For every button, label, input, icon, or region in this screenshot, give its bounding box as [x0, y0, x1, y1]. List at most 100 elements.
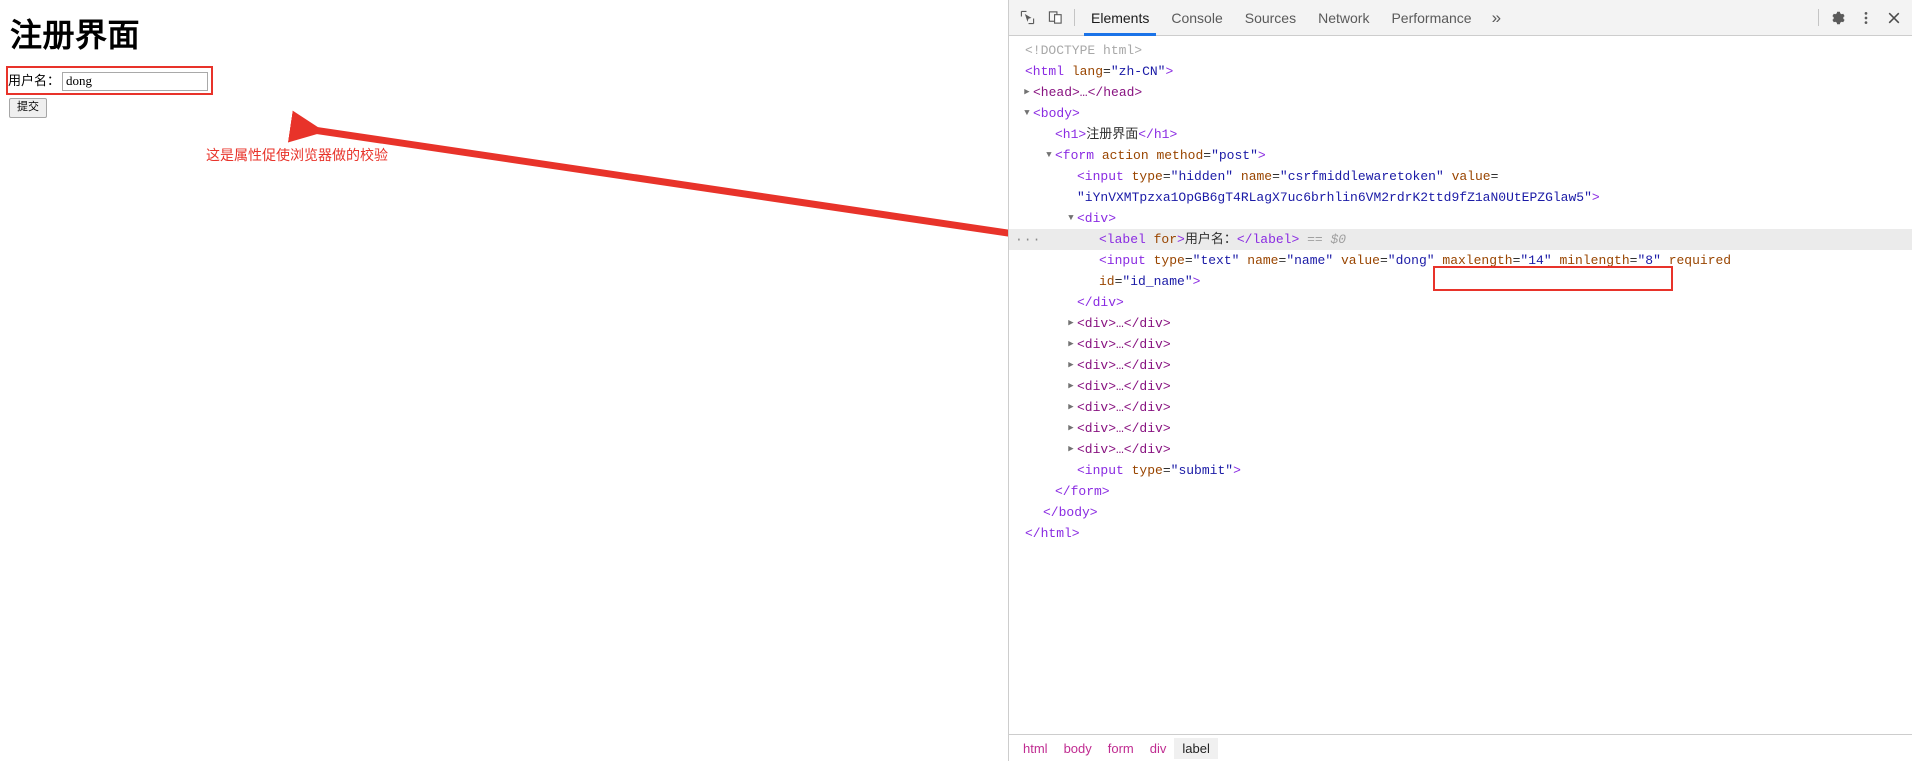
submit-input-type-attr: type	[1131, 463, 1163, 478]
page-title: 注册界面	[10, 17, 141, 53]
devtools-toolbar-right	[1813, 4, 1908, 32]
html-close-tag: </html>	[1025, 526, 1080, 541]
tab-sources[interactable]: Sources	[1234, 0, 1307, 36]
div-collapse-triangle[interactable]: ▼	[1065, 208, 1077, 229]
collapsed-div-text: <div>…</div>	[1077, 316, 1171, 331]
more-tabs-icon[interactable]: »	[1483, 0, 1510, 36]
rendered-page-pane: 注册界面 用户名： 提交 这是属性促使浏览器做的校验	[0, 0, 1008, 761]
head-expand-triangle[interactable]: ▶	[1021, 82, 1033, 103]
body-collapse-triangle[interactable]: ▼	[1021, 103, 1033, 124]
html-lang-attr: lang	[1071, 64, 1104, 79]
cursor-arrow-icon	[1020, 10, 1034, 25]
dom-node-form-close[interactable]: </form>	[1009, 481, 1912, 502]
dom-node-csrf-value-wrap[interactable]: "iYnVXMTpzxa1OpGB6gT4RLagX7uc6brhlin6VM2…	[1009, 187, 1912, 208]
form-method-attr: method	[1156, 148, 1204, 163]
devtools-panel: Elements Console Sources Network Perform…	[1008, 0, 1912, 761]
csrf-name-attr: name	[1240, 169, 1273, 184]
dom-node-submit-input[interactable]: <input type="submit">	[1009, 460, 1912, 481]
text-input-open-tag: <input	[1099, 253, 1146, 268]
close-x-glyph	[1888, 12, 1900, 23]
head-collapsed-text: <head>…</head>	[1033, 85, 1143, 100]
breadcrumb-item-label[interactable]: label	[1174, 737, 1218, 759]
collapsed-div-text: <div>…</div>	[1077, 421, 1171, 436]
selected-node-marker: == $0	[1307, 232, 1347, 247]
tab-performance[interactable]: Performance	[1380, 0, 1482, 36]
collapsed-div-expand-triangle[interactable]: ▶	[1065, 439, 1077, 460]
dom-node-csrf-input[interactable]: <input type="hidden" name="csrfmiddlewar…	[1009, 166, 1912, 187]
dom-node-text-input[interactable]: <input type="text" name="name" value="do…	[1009, 250, 1912, 271]
breadcrumb-item-div[interactable]: div	[1142, 738, 1175, 759]
collapsed-div-expand-triangle[interactable]: ▶	[1065, 355, 1077, 376]
node-more-badge[interactable]: ···	[1015, 229, 1041, 250]
dom-node-h1[interactable]: <h1>注册界面</h1>	[1009, 124, 1912, 145]
collapsed-div-text: <div>…</div>	[1077, 442, 1171, 457]
dom-node-head[interactable]: ▶ <head>…</head>	[1009, 82, 1912, 103]
dom-node-div-close[interactable]: </div>	[1009, 292, 1912, 313]
label-inner-text: 用户名：	[1184, 232, 1237, 247]
csrf-name-value: "csrfmiddlewaretoken"	[1279, 169, 1444, 184]
collapsed-div-text: <div>…</div>	[1077, 358, 1171, 373]
text-input-maxlength-attr: maxlength	[1442, 253, 1513, 268]
collapsed-div-expand-triangle[interactable]: ▶	[1065, 418, 1077, 439]
tab-console[interactable]: Console	[1160, 0, 1233, 36]
device-toolbar-icon[interactable]	[1041, 4, 1069, 32]
collapsed-div-expand-triangle[interactable]: ▶	[1065, 376, 1077, 397]
gear-icon[interactable]	[1824, 4, 1852, 32]
dom-node-div-open[interactable]: ▼ <div>	[1009, 208, 1912, 229]
collapsed-div-expand-triangle[interactable]: ▶	[1065, 397, 1077, 418]
csrf-open-tag: <input	[1077, 169, 1124, 184]
breadcrumb-item-html[interactable]: html	[1015, 738, 1056, 759]
form-method-value: "post"	[1211, 148, 1258, 163]
dom-node-form[interactable]: ▼ <form action method="post">	[1009, 145, 1912, 166]
tab-elements[interactable]: Elements	[1080, 0, 1160, 36]
inspect-element-icon[interactable]	[1013, 4, 1041, 32]
tab-network[interactable]: Network	[1307, 0, 1380, 36]
text-input-type-attr: type	[1153, 253, 1185, 268]
form-close-tag: </form>	[1055, 484, 1110, 499]
breadcrumb-item-body[interactable]: body	[1056, 738, 1100, 759]
dom-node-collapsed-div[interactable]: ▶ <div>…</div>	[1009, 439, 1912, 460]
annotation-label: 这是属性促使浏览器做的校验	[206, 147, 388, 163]
dom-node-html-close[interactable]: </html>	[1009, 523, 1912, 544]
dom-node-collapsed-div[interactable]: ▶ <div>…</div>	[1009, 418, 1912, 439]
text-input-minlength-value: "8"	[1637, 253, 1661, 268]
collapsed-div-expand-triangle[interactable]: ▶	[1065, 334, 1077, 355]
submit-input-type-value: "submit"	[1170, 463, 1234, 478]
username-label: 用户名：	[8, 73, 61, 88]
div-close-tag: </div>	[1077, 295, 1124, 310]
dom-node-doctype[interactable]: <!DOCTYPE html>	[1009, 40, 1912, 61]
submit-button[interactable]: 提交	[9, 98, 47, 118]
collapsed-div-text: <div>…</div>	[1077, 337, 1171, 352]
dom-node-body[interactable]: ▼ <body>	[1009, 103, 1912, 124]
dom-node-body-close[interactable]: </body>	[1009, 502, 1912, 523]
username-form-row: 用户名：	[8, 68, 213, 94]
collapsed-div-text: <div>…</div>	[1077, 379, 1171, 394]
text-input-name-value: "name"	[1286, 253, 1334, 268]
dom-node-text-input-idwrap[interactable]: id="id_name">	[1009, 271, 1912, 292]
html-lang-value: "zh-CN"	[1110, 64, 1166, 79]
close-icon[interactable]	[1880, 4, 1908, 32]
dom-node-collapsed-div[interactable]: ▶ <div>…</div>	[1009, 355, 1912, 376]
doctype-text: <!DOCTYPE html>	[1025, 43, 1143, 58]
h1-open-tag: <h1>	[1055, 127, 1087, 142]
breadcrumb-item-form[interactable]: form	[1100, 738, 1142, 759]
dom-node-label-selected[interactable]: ··· <label for>用户名：</label> == $0	[1009, 229, 1912, 250]
h1-text: 注册界面	[1086, 127, 1139, 142]
dom-node-collapsed-div[interactable]: ▶ <div>…</div>	[1009, 313, 1912, 334]
collapsed-div-text: <div>…</div>	[1077, 400, 1171, 415]
dom-node-html[interactable]: <html lang="zh-CN">	[1009, 61, 1912, 82]
dom-node-collapsed-div[interactable]: ▶ <div>…</div>	[1009, 376, 1912, 397]
text-input-close-bracket: >	[1192, 274, 1201, 289]
text-input-id-value: "id_name"	[1122, 274, 1193, 289]
label-close-tag: </label>	[1236, 232, 1300, 247]
form-collapse-triangle[interactable]: ▼	[1043, 145, 1055, 166]
dom-node-collapsed-div[interactable]: ▶ <div>…</div>	[1009, 334, 1912, 355]
text-input-type-value: "text"	[1192, 253, 1240, 268]
dom-tree[interactable]: <!DOCTYPE html> <html lang="zh-CN"> ▶ <h…	[1009, 36, 1912, 734]
collapsed-div-expand-triangle[interactable]: ▶	[1065, 313, 1077, 334]
csrf-token-value: "iYnVXMTpzxa1OpGB6gT4RLagX7uc6brhlin6VM2…	[1077, 190, 1592, 205]
form-open-tag: <form	[1055, 148, 1095, 163]
username-input[interactable]	[62, 71, 209, 91]
kebab-menu-icon[interactable]	[1852, 4, 1880, 32]
dom-node-collapsed-div[interactable]: ▶ <div>…</div>	[1009, 397, 1912, 418]
